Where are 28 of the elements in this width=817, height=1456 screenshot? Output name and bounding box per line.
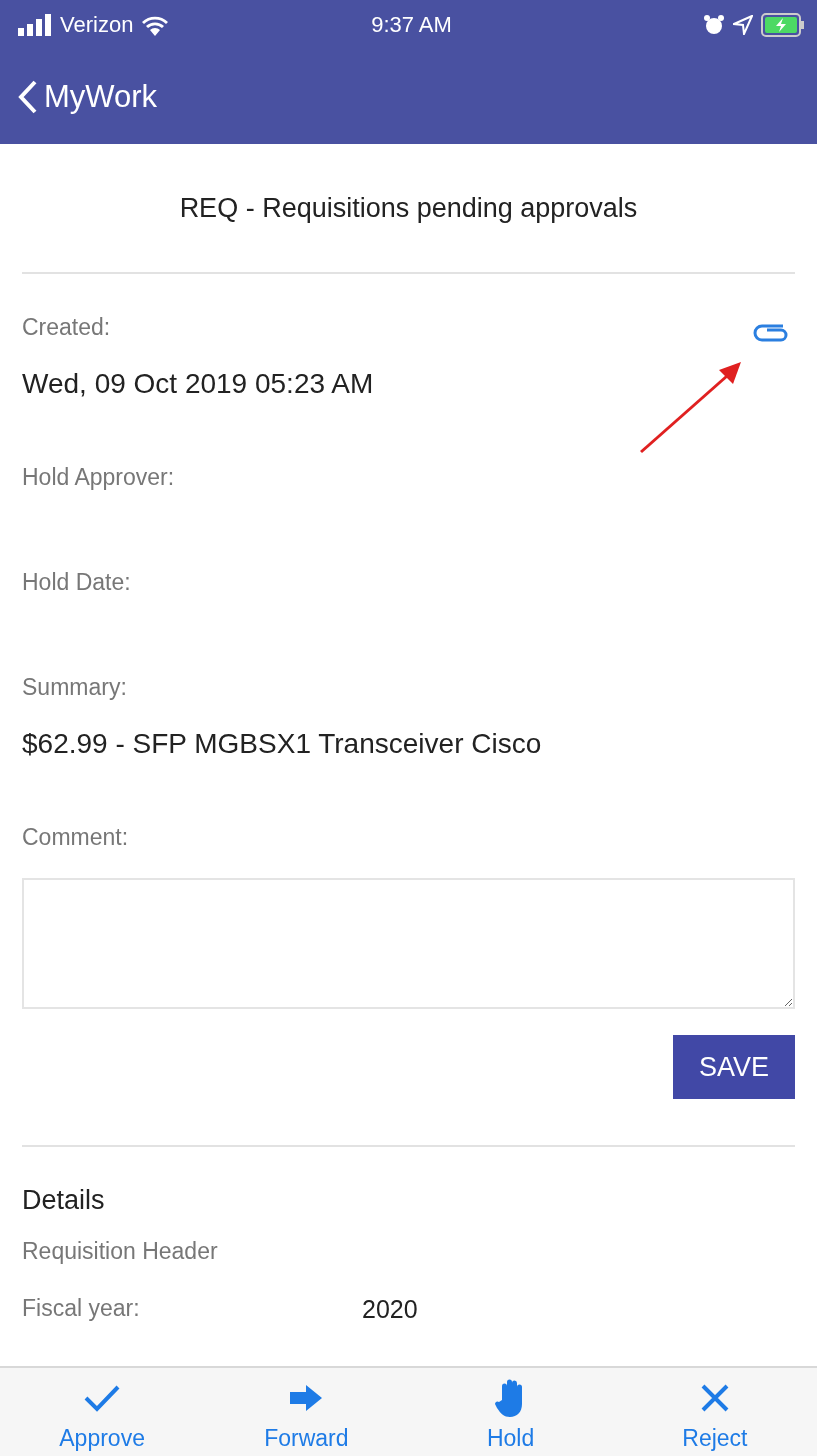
field-label: Hold Approver: [22, 463, 175, 491]
forward-action[interactable]: Forward [204, 1368, 409, 1456]
subsection-label: Requisition Header [22, 1237, 219, 1265]
page-title: REQ - Requisitions pending approvals [22, 144, 795, 274]
battery-icon [761, 13, 805, 37]
back-button[interactable]: MyWork [18, 79, 158, 115]
location-icon [733, 15, 753, 35]
section-heading: Details [22, 1184, 106, 1216]
field-value: Wed, 09 Oct 2019 05:23 AM [22, 367, 374, 401]
alarm-icon [703, 14, 725, 36]
status-time: 9:37 AM [371, 12, 452, 38]
carrier-name: Verizon [60, 12, 134, 38]
detail-value: 2020 [362, 1295, 418, 1324]
field-value: $62.99 - SFP MGBSX1 Transceiver Cisco [22, 727, 542, 761]
approve-action[interactable]: Approve [0, 1368, 205, 1456]
detail-label: Fiscal year: [22, 1295, 141, 1323]
signal-icon [18, 14, 52, 36]
hold-action[interactable]: Hold [408, 1368, 613, 1456]
chevron-left-icon [18, 80, 38, 114]
save-button[interactable]: SAVE [673, 1035, 795, 1099]
field-label: Comment: [22, 823, 129, 851]
paperclip-icon[interactable] [753, 322, 789, 342]
field-label: Created: [22, 313, 111, 341]
field-label: Summary: [22, 673, 127, 701]
field-label: Hold Date: [22, 568, 131, 596]
comment-field[interactable] [22, 878, 795, 1009]
reject-action[interactable]: Reject [612, 1368, 817, 1456]
wifi-icon [141, 14, 170, 36]
